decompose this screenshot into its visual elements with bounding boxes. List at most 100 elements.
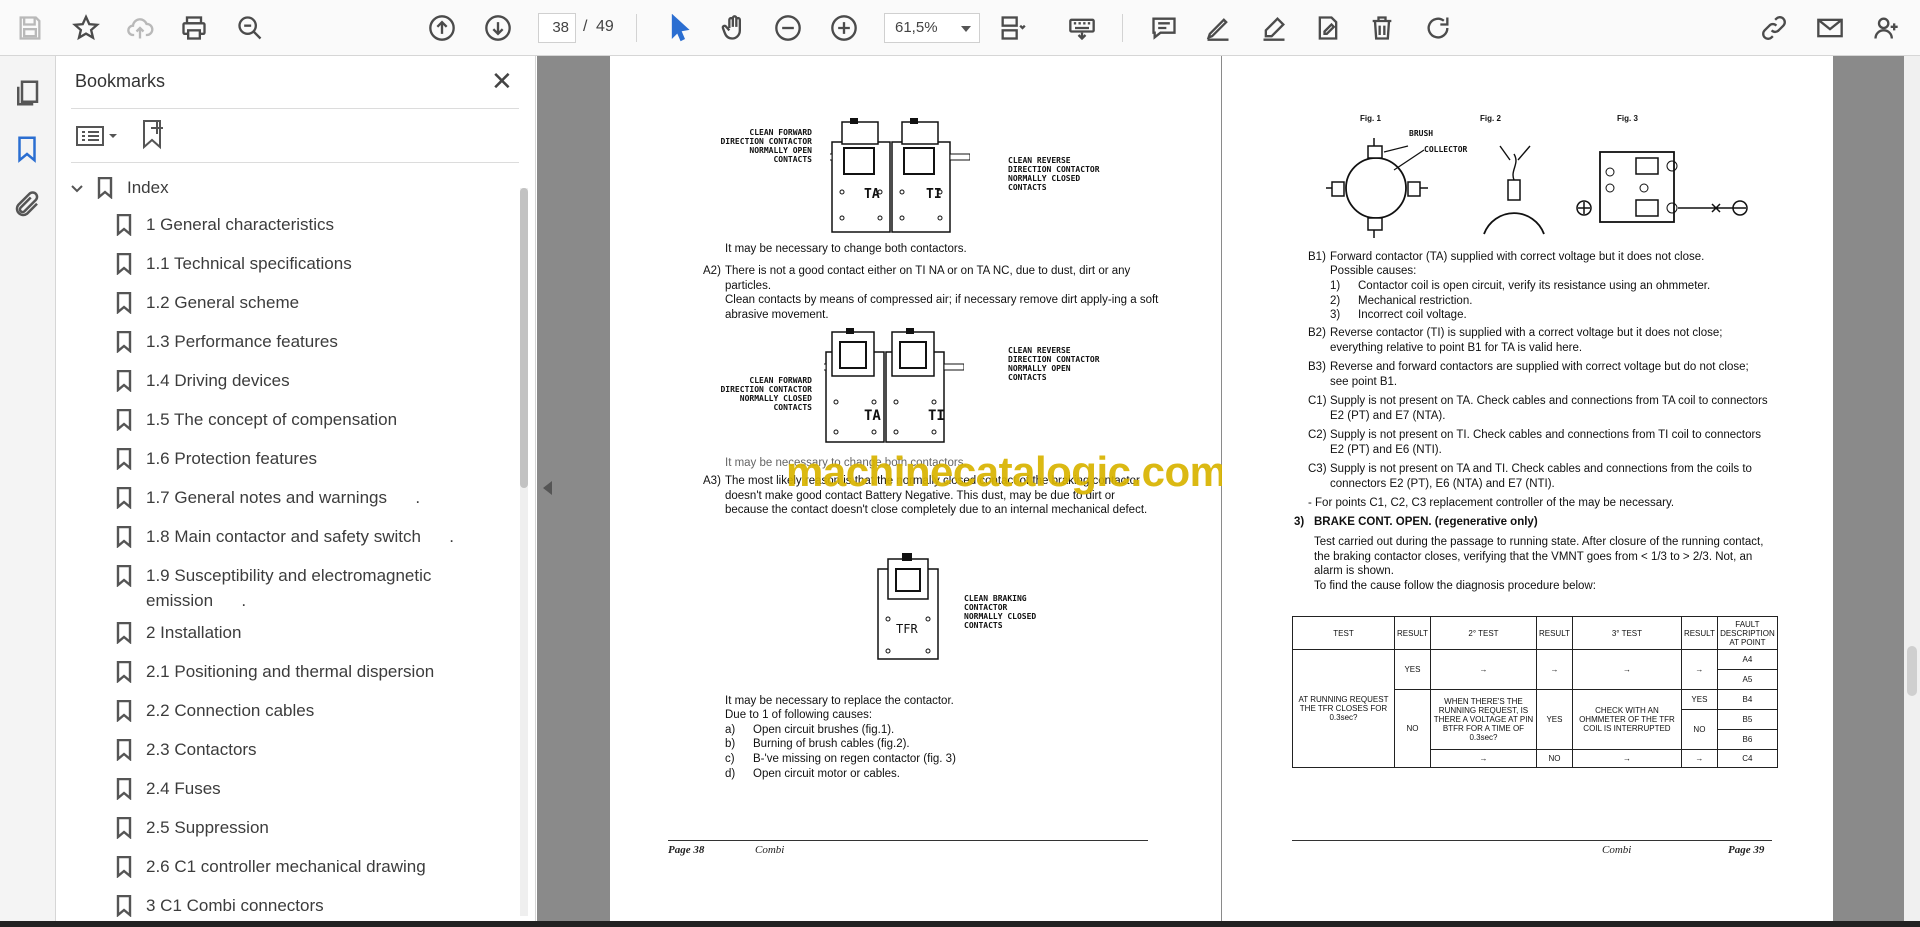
bookmark-label: 1.5 The concept of compensation [146,410,398,429]
cause-key: 1) [1330,280,1341,292]
zoom-in-icon[interactable] [828,12,860,44]
bookmark-item[interactable]: 1.3 Performance features [57,322,517,361]
zoom-select[interactable]: 61,5% [884,13,980,43]
page-layout-icon[interactable] [996,12,1028,44]
hand-tool-icon[interactable] [718,12,750,44]
add-user-icon[interactable] [1870,12,1902,44]
table-cell: B5 [1716,709,1778,730]
trash-icon[interactable] [1366,12,1398,44]
bookmark-icon [116,486,132,510]
burnt-brush-fig-2 [1483,145,1545,235]
star-icon[interactable] [70,12,102,44]
bookmark-item[interactable]: 2.4 Fuses [57,769,517,808]
attachment-icon[interactable] [12,190,44,222]
motor-fig-1 [1326,138,1428,238]
keyboard-icon[interactable] [1066,12,1098,44]
diagnosis-table: TEST RESULT 2° TEST RESULT 3° TEST RESUL… [1292,616,1778,768]
bookmark-item[interactable]: 1.8 Main contactor and safety switch . [57,517,517,556]
regen-contactor-fig-3 [1576,151,1748,223]
bookmark-item[interactable]: 2.3 Contactors [57,730,517,769]
bookmark-item[interactable]: 2.2 Connection cables [57,691,517,730]
select-cursor-icon[interactable] [664,12,696,44]
close-icon[interactable]: ✕ [491,68,513,94]
table-cell: YES [1535,689,1573,750]
table-header: 2° TEST [1429,616,1537,650]
bookmark-item[interactable]: 1.2 General scheme [57,283,517,322]
table-cell: YES [1394,649,1431,690]
footer-page-number: Page 39 [1728,844,1765,856]
next-page-icon[interactable] [482,12,514,44]
list-label: B3) [1308,361,1326,373]
zoom-out-icon[interactable] [772,12,804,44]
page-number-input[interactable]: 38 [538,13,576,43]
braking-contactor-diagram [877,553,939,660]
zoom-search-icon[interactable] [234,12,266,44]
bookmark-item[interactable]: 2 Installation [57,613,517,652]
bookmark-icon [97,176,113,200]
table-header: RESULT [1394,616,1431,650]
bookmark-icon [116,621,132,645]
table-cell: → [1571,749,1682,768]
footer-title: Combi [1602,844,1632,856]
previous-page-icon[interactable] [426,12,458,44]
bookmark-item[interactable]: 2.1 Positioning and thermal dispersion [57,652,517,691]
bookmark-item[interactable]: 1.6 Protection features [57,439,517,478]
cause-key: a) [725,724,736,736]
table-cell: → [1429,749,1537,768]
comment-icon[interactable] [1148,12,1180,44]
new-bookmark-icon[interactable] [139,118,169,150]
contactor-label-tfr: TFR [896,622,918,636]
list-label: C2) [1308,429,1327,441]
paragraph: To find the cause follow the diagnosis p… [1314,580,1596,592]
bookmark-options-button[interactable] [75,120,121,150]
document-scrollbar-thumb[interactable] [1907,646,1917,696]
draw-signature-icon[interactable] [1258,12,1290,44]
table-cell: WHEN THERE'S THE RUNNING REQUEST, IS THE… [1429,689,1537,750]
bookmark-item[interactable]: 1.1 Technical specifications [57,244,517,283]
bookmark-icon [116,564,132,588]
bookmark-label: 1.9 Susceptibility and electromagnetic e… [146,566,437,610]
bookmark-icon [116,447,132,471]
pen-highlight-icon[interactable] [1202,12,1234,44]
bookmarks-scrollbar-thumb[interactable] [520,188,528,488]
document-scrollbar[interactable] [1904,56,1920,921]
bookmark-root[interactable]: Index [57,169,517,205]
email-icon[interactable] [1814,12,1846,44]
bookmark-item[interactable]: 1 General characteristics [57,205,517,244]
bookmark-label: Index [127,178,169,197]
collapse-left-icon[interactable] [543,481,552,495]
bookmark-icon [116,699,132,723]
print-icon[interactable] [178,12,210,44]
bookmark-item[interactable]: 1.9 Susceptibility and electromagnetic e… [57,556,517,613]
list-label: A2) [703,265,721,277]
table-cell: AT RUNNING REQUEST THE TFR CLOSES FOR 0.… [1292,649,1395,768]
contactor-label-ti: TI [928,408,945,424]
bookmark-item[interactable]: 1.5 The concept of compensation [57,400,517,439]
fig-2-label: Fig. 2 [1480,114,1501,123]
document-viewer[interactable]: TA TI CLEAN FORWARD DIRECTION CONTACTOR … [537,56,1920,921]
bookmark-item[interactable]: 3 C1 Combi connectors [57,886,517,921]
fig-1-label: Fig. 1 [1360,114,1381,123]
bookmark-item[interactable]: 2.5 Suppression [57,808,517,847]
table-cell: → [1429,649,1537,690]
bookmark-panel-icon[interactable] [12,134,44,166]
bookmark-item[interactable]: 1.7 General notes and warnings . [57,478,517,517]
bookmark-label: 1.4 Driving devices [146,371,290,390]
edit-document-icon[interactable] [1312,12,1344,44]
redo-icon[interactable] [1422,12,1454,44]
table-header: RESULT [1680,616,1718,650]
cloud-upload-icon[interactable] [124,12,156,44]
save-icon[interactable] [14,12,46,44]
pages-thumbnail-icon[interactable] [12,78,44,110]
chevron-down-icon[interactable] [69,179,85,195]
diagram-1-left-label: CLEAN FORWARD DIRECTION CONTACTOR NORMAL… [720,128,812,164]
footer-title: Combi [755,844,785,856]
table-cell: YES [1680,689,1718,710]
bookmark-item[interactable]: 1.4 Driving devices [57,361,517,400]
bookmark-item[interactable]: 2.6 C1 controller mechanical drawing [57,847,517,886]
contactor-label-ti: TI [926,187,942,202]
share-link-icon[interactable] [1758,12,1790,44]
section-number: 3) [1294,516,1305,528]
paragraph: It may be necessary to replace the conta… [725,695,954,707]
diagram-2-right-label: CLEAN REVERSE DIRECTION CONTACTOR NORMAL… [1008,346,1100,382]
